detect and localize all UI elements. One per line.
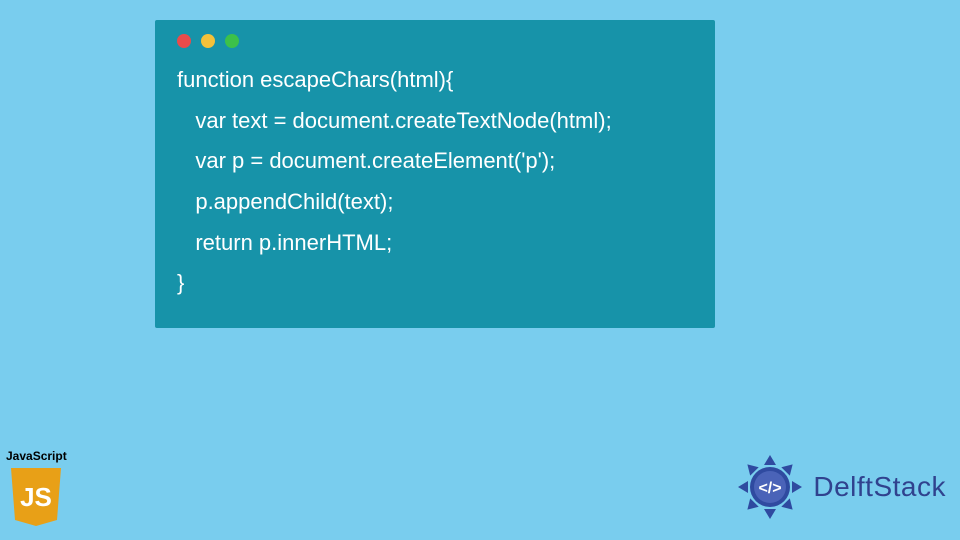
javascript-badge: JavaScript JS bbox=[6, 449, 67, 528]
code-block: function escapeChars(html){ var text = d… bbox=[155, 54, 715, 310]
javascript-shield-icon: JS bbox=[9, 466, 63, 528]
brand-glyph: </> bbox=[759, 480, 782, 497]
code-window: function escapeChars(html){ var text = d… bbox=[155, 20, 715, 328]
maximize-icon bbox=[225, 34, 239, 48]
minimize-icon bbox=[201, 34, 215, 48]
js-glyph: JS bbox=[20, 482, 52, 512]
brand: </> DelftStack bbox=[735, 452, 946, 522]
brand-logo-icon: </> bbox=[735, 452, 805, 522]
window-traffic-lights bbox=[155, 20, 715, 54]
javascript-label: JavaScript bbox=[6, 449, 67, 463]
brand-name: DelftStack bbox=[813, 471, 946, 503]
close-icon bbox=[177, 34, 191, 48]
